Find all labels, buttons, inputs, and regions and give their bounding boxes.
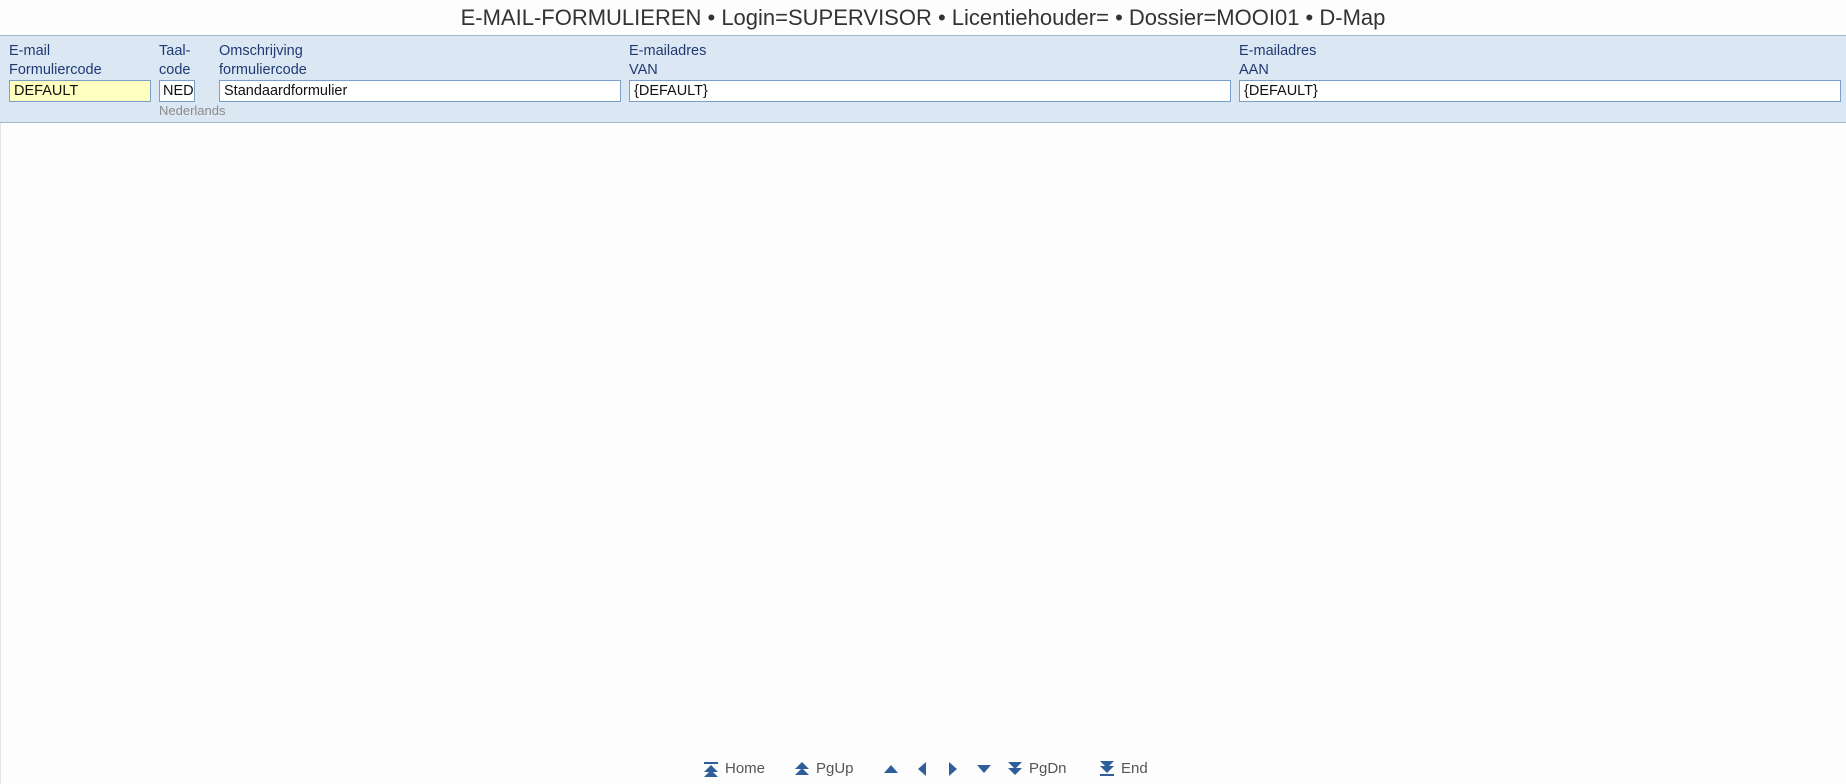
to-column: E-mailadres AAN {DEFAULT} — [1239, 36, 1841, 102]
record-panel: E-mail Formuliercode DEFAULT Taal- code … — [0, 35, 1846, 123]
email-aan-input[interactable]: {DEFAULT} — [1239, 80, 1841, 102]
end-button[interactable]: End — [1099, 756, 1148, 782]
to-label-line1: E-mailadres — [1239, 43, 1317, 59]
lang-label-line2: code — [159, 62, 191, 78]
content-area-border — [0, 123, 1, 784]
end-label: End — [1121, 760, 1148, 777]
last-record-icon — [1099, 761, 1115, 777]
first-record-icon — [703, 761, 719, 777]
desc-column: Omschrijving formuliercode Standaardform… — [219, 36, 621, 102]
lang-column: Taal- code NED Nederlands — [159, 36, 226, 118]
lang-description: Nederlands — [159, 103, 226, 118]
from-label-line2: VAN — [629, 62, 658, 78]
code-label-line2: Formuliercode — [9, 62, 102, 78]
previous-record-button[interactable] — [914, 756, 930, 782]
next-record-button[interactable] — [945, 756, 961, 782]
page-down-icon — [1007, 761, 1023, 777]
left-arrow-icon — [914, 761, 930, 777]
code-column: E-mail Formuliercode DEFAULT — [9, 36, 151, 102]
omschrijving-input[interactable]: Standaardformulier — [219, 80, 621, 102]
next-row-button[interactable] — [976, 756, 992, 782]
page-up-icon — [794, 761, 810, 777]
up-arrow-icon — [883, 761, 899, 777]
taalcode-input[interactable]: NED — [159, 80, 195, 102]
navigation-bar: Home PgUp PgDn End — [0, 756, 1846, 782]
pgup-button[interactable]: PgUp — [794, 756, 854, 782]
pgdn-button[interactable]: PgDn — [1007, 756, 1067, 782]
lang-label: Taal- code — [159, 42, 195, 80]
to-label: E-mailadres AAN — [1239, 42, 1841, 80]
pgdn-label: PgDn — [1029, 760, 1067, 777]
lang-label-line1: Taal- — [159, 43, 191, 59]
home-button[interactable]: Home — [703, 756, 765, 782]
previous-row-button[interactable] — [883, 756, 899, 782]
from-column: E-mailadres VAN {DEFAULT} — [629, 36, 1231, 102]
window-title: E-MAIL-FORMULIEREN • Login=SUPERVISOR • … — [460, 5, 1386, 30]
from-label-line1: E-mailadres — [629, 43, 707, 59]
email-van-input[interactable]: {DEFAULT} — [629, 80, 1231, 102]
code-label: E-mail Formuliercode — [9, 42, 151, 80]
formuliercode-input[interactable]: DEFAULT — [9, 80, 151, 102]
down-arrow-icon — [976, 761, 992, 777]
home-label: Home — [725, 760, 766, 777]
pgup-label: PgUp — [816, 760, 854, 777]
from-label: E-mailadres VAN — [629, 42, 1231, 80]
desc-label: Omschrijving formuliercode — [219, 42, 621, 80]
code-label-line1: E-mail — [9, 43, 51, 59]
desc-label-line1: Omschrijving — [219, 43, 303, 59]
right-arrow-icon — [945, 761, 961, 777]
to-label-line2: AAN — [1239, 62, 1269, 78]
desc-label-line2: formuliercode — [219, 62, 307, 78]
